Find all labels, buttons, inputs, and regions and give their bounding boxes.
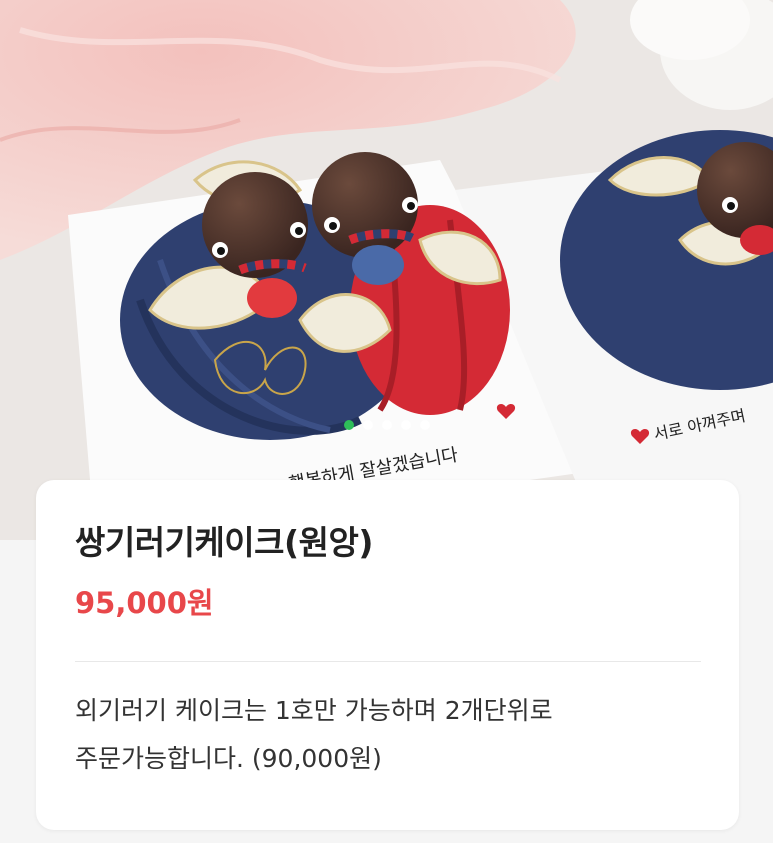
product-photo: 행복하게 잘살겠습니다 서로 아껴주며 [0, 0, 773, 540]
description-line-2: 주문가능합니다. (90,000원) [75, 744, 382, 773]
gallery-dot[interactable] [362, 420, 373, 430]
product-info-card: 쌍기러기케이크(원앙) 95,000원 외기러기 케이크는 1호만 가능하며 2… [36, 480, 739, 830]
product-image-gallery[interactable]: 행복하게 잘살겠습니다 서로 아껴주며 [0, 0, 773, 540]
product-title: 쌍기러기케이크(원앙) [75, 523, 373, 562]
product-description: 외기러기 케이크는 1호만 가능하며 2개단위로 주문가능합니다. (90,00… [75, 687, 715, 783]
product-price: 95,000원 [75, 586, 214, 620]
gallery-dot[interactable] [381, 420, 392, 430]
gallery-pagination [0, 420, 773, 430]
gallery-dot[interactable] [400, 420, 411, 430]
divider [75, 661, 701, 662]
gallery-dot-active[interactable] [343, 420, 354, 430]
gallery-dot[interactable] [419, 420, 430, 430]
description-line-1: 외기러기 케이크는 1호만 가능하며 2개단위로 [75, 696, 553, 725]
